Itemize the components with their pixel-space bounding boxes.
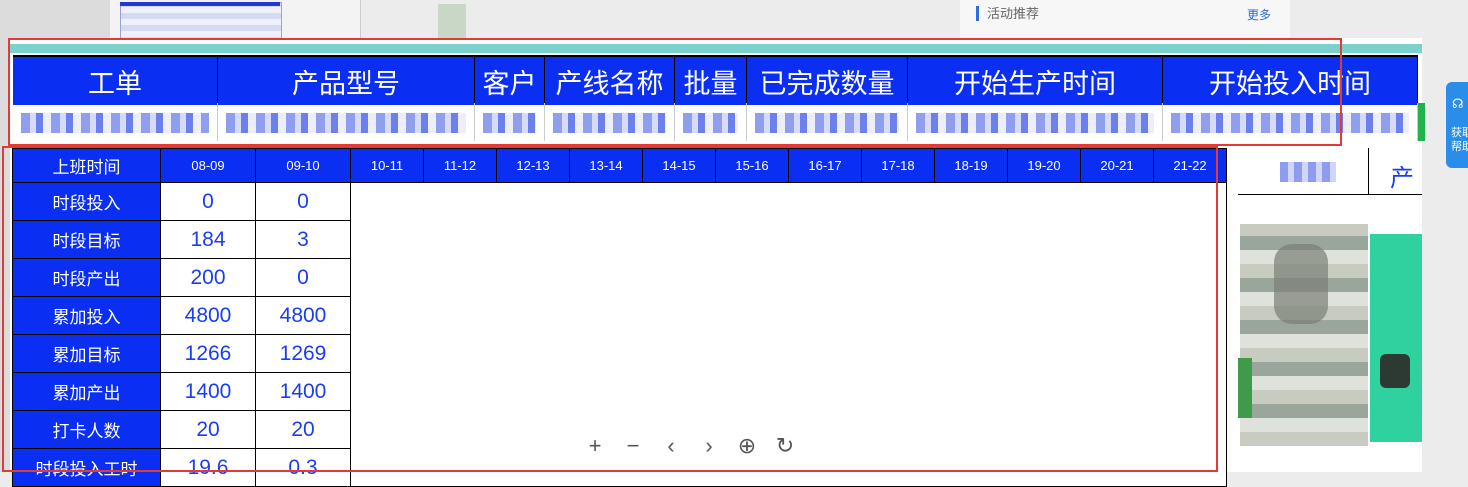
row-label: 累加目标 (12, 334, 161, 373)
work-order-row-redacted (13, 103, 1425, 141)
row-label: 时段产出 (12, 258, 161, 297)
cell-value: 1269 (255, 334, 351, 373)
cell-value: 0 (255, 182, 351, 221)
previous-icon[interactable]: ‹ (656, 428, 686, 464)
redacted-name (1280, 162, 1336, 182)
row-label: 打卡人数 (12, 410, 161, 449)
redacted-cell (675, 103, 747, 141)
redacted-cell (908, 103, 1163, 141)
cell-value: 3 (255, 220, 351, 259)
cell-value: 19.6 (160, 448, 256, 487)
hour-header: 08-09 (160, 148, 256, 183)
work-order-header: 工单 产品型号 客户 产线名称 批量 已完成数量 开始生产时间 开始投入时间 (13, 55, 1418, 105)
cell-value: 184 (160, 220, 256, 259)
header-customer: 客户 (475, 57, 545, 105)
cell-value: 1400 (160, 372, 256, 411)
cell-value: 200 (160, 258, 256, 297)
hour-header: 15-16 (715, 148, 789, 183)
cell-value: 1266 (160, 334, 256, 373)
product-photo (1370, 234, 1422, 442)
next-icon[interactable]: › (694, 428, 724, 464)
hour-header: 12-13 (496, 148, 570, 183)
hour-header: 10-11 (350, 148, 424, 183)
cell-value: 20 (255, 410, 351, 449)
hour-header: 13-14 (569, 148, 643, 183)
cell-value: 4800 (160, 296, 256, 335)
photo-panel-header: 产 (1238, 148, 1422, 195)
header-shift-time: 上班时间 (12, 148, 161, 183)
row-label: 时段投入工时 (12, 448, 161, 487)
teal-strip (10, 44, 1422, 53)
zoom-out-icon[interactable]: − (618, 428, 648, 464)
redacted-cell (475, 103, 545, 141)
staff-photo (1240, 224, 1368, 446)
row-label: 时段目标 (12, 220, 161, 259)
rotate-icon[interactable]: ↻ (770, 428, 800, 464)
green-status-edge (1418, 103, 1425, 141)
hourly-header-row: 上班时间 08-09 09-10 10-11 11-12 12-13 13-14… (12, 148, 1227, 183)
row-label: 累加产出 (12, 372, 161, 411)
photo-divider (1368, 148, 1369, 194)
redacted-cell (1163, 103, 1418, 141)
image-viewer-canvas: 工单 产品型号 客户 产线名称 批量 已完成数量 开始生产时间 开始投入时间 上… (10, 38, 1425, 487)
activity-more-link[interactable]: 更多 (1247, 6, 1271, 23)
hour-header: 11-12 (423, 148, 497, 183)
hour-header: 18-19 (934, 148, 1008, 183)
header-line-name: 产线名称 (545, 57, 675, 105)
cell-value: 0 (160, 182, 256, 221)
redacted-cell (13, 103, 218, 141)
headset-icon: ☊ (1452, 96, 1464, 111)
hour-header: 19-20 (1007, 148, 1081, 183)
cell-value: 0 (255, 258, 351, 297)
help-side-tab[interactable]: ☊ 获取 帮助 (1446, 82, 1468, 168)
cell-value: 4800 (255, 296, 351, 335)
header-work-order: 工单 (13, 57, 218, 105)
hour-header: 09-10 (255, 148, 351, 183)
activity-panel-title: 活动推荐 (976, 6, 1039, 21)
row-label: 时段投入 (12, 182, 161, 221)
photo-green-edge (1238, 358, 1252, 418)
cell-value: 20 (160, 410, 256, 449)
staff-photo-panel: 产 (1238, 148, 1422, 472)
fit-screen-icon[interactable]: ⊕ (732, 428, 762, 464)
photo-header-partial: 产 (1390, 165, 1414, 192)
header-start-input-time: 开始投入时间 (1163, 57, 1418, 105)
hour-header: 21-22 (1153, 148, 1227, 183)
mini-table-header (120, 2, 280, 6)
hour-header: 14-15 (642, 148, 716, 183)
hour-header: 17-18 (861, 148, 935, 183)
hour-header: 16-17 (788, 148, 862, 183)
redacted-cell (545, 103, 675, 141)
table-row: 时段投入 0 0 (12, 182, 1227, 487)
redacted-cell (218, 103, 475, 141)
cell-value: 1400 (255, 372, 351, 411)
header-start-production-time: 开始生产时间 (908, 57, 1163, 105)
cell-value: 0.3 (255, 448, 351, 487)
row-label: 累加投入 (12, 296, 161, 335)
viewer-toolbar: + − ‹ › ⊕ ↻ (580, 428, 800, 464)
redacted-cell (747, 103, 908, 141)
help-text-2: 帮助 (1451, 141, 1468, 153)
header-product-model: 产品型号 (218, 57, 475, 105)
hour-header: 20-21 (1080, 148, 1154, 183)
header-completed-qty: 已完成数量 (747, 57, 908, 105)
zoom-in-icon[interactable]: + (580, 428, 610, 464)
header-batch: 批量 (675, 57, 747, 105)
